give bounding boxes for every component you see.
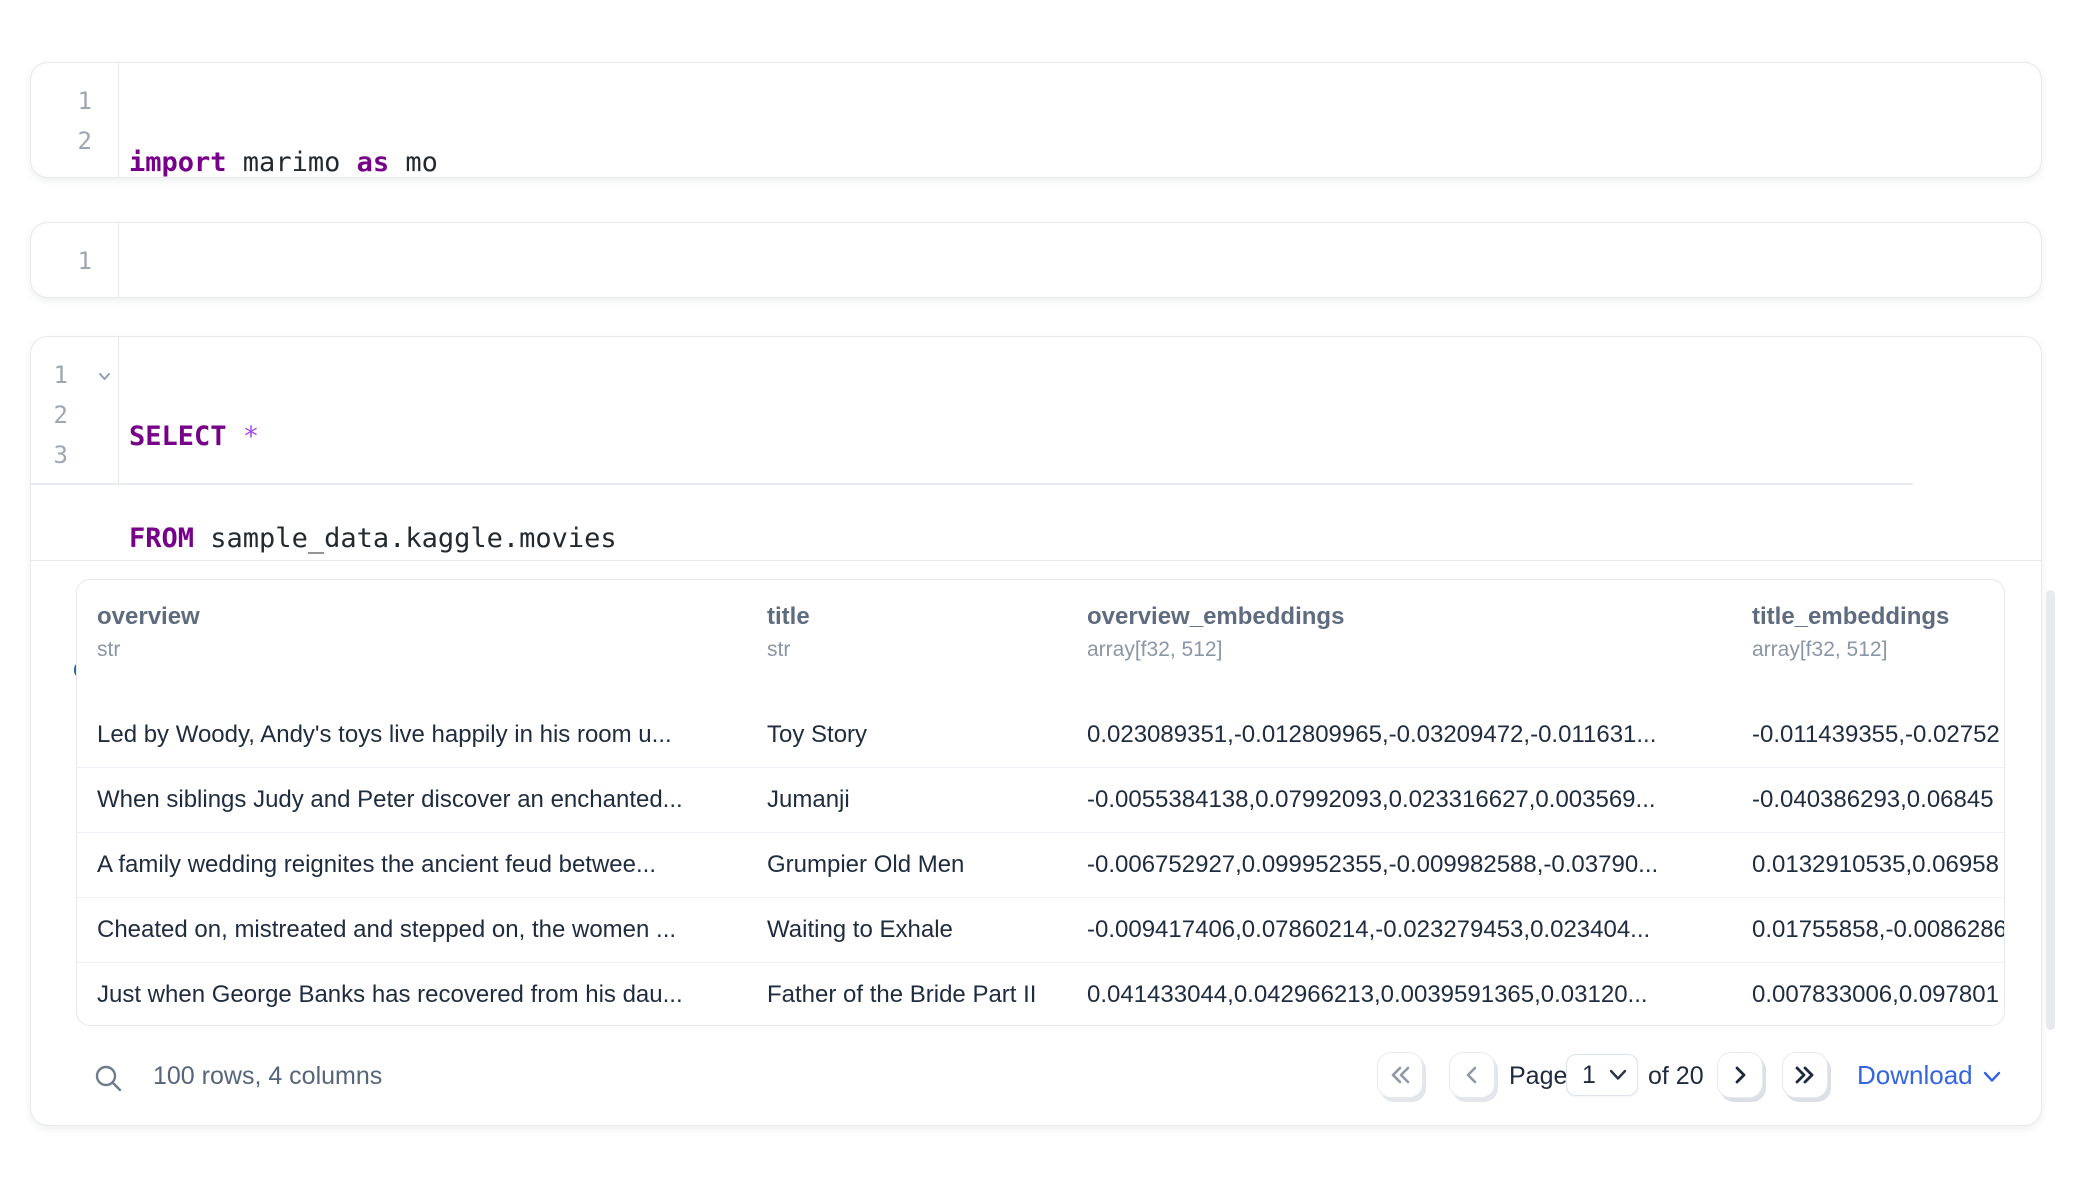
code-area: SELECT * FROM sample_data.kaggle.movies … <box>119 337 617 483</box>
line-number-gutter: 1 <box>31 223 119 298</box>
column-header-title[interactable]: title str <box>767 602 1082 662</box>
table-cell: Just when George Banks has recovered fro… <box>97 981 762 1009</box>
search-icon[interactable] <box>93 1063 125 1100</box>
table-cell: Father of the Bride Part II <box>767 981 1082 1009</box>
dataframe-table: overviewstrtitlestroverview_embeddingsar… <box>76 579 2005 1026</box>
table-row: Cheated on, mistreated and stepped on, t… <box>77 897 2004 962</box>
double-chevron-right-icon <box>1793 1064 1817 1086</box>
fold-chevron-down-icon[interactable] <box>97 369 112 389</box>
code-token: import <box>129 147 227 178</box>
column-type: str <box>767 638 1082 662</box>
code-token <box>227 421 243 452</box>
chevron-left-icon <box>1461 1064 1483 1086</box>
code-token: mo <box>389 147 438 178</box>
code-line: SELECT * <box>129 417 617 457</box>
code-cell-attach: 1 duckdb.sql(f"ATTACH 'md:_share/sample_… <box>30 222 2042 298</box>
download-button[interactable]: Download <box>1857 1059 2001 1091</box>
code-editor[interactable]: 1 duckdb.sql(f"ATTACH 'md:_share/sample_… <box>31 223 2041 298</box>
code-token: marimo <box>227 147 357 178</box>
code-editor[interactable]: 1 2 3 SELECT * FROM sample_data.kaggle.m… <box>31 337 2041 483</box>
table-cell: Toy Story <box>767 721 1082 749</box>
download-label: Download <box>1857 1059 1973 1091</box>
table-cell: 0.023089351,-0.012809965,-0.03209472,-0.… <box>1087 721 1742 749</box>
chevron-down-icon <box>1609 1069 1627 1081</box>
code-area: duckdb.sql(f"ATTACH 'md:_share/sample_da… <box>119 223 1706 298</box>
table-row: Just when George Banks has recovered fro… <box>77 962 2004 1026</box>
table-cell: -0.006752927,0.099952355,-0.009982588,-0… <box>1087 851 1742 879</box>
column-name: overview_embeddings <box>1087 602 1742 632</box>
table-cell: 0.0132910535,0.06958 <box>1752 851 2004 879</box>
column-name: title_embeddings <box>1752 602 2004 632</box>
marimo-notebook: 1 2 import marimo as mo import duckdb 1 … <box>0 0 2086 1192</box>
table-cell: -0.0055384138,0.07992093,0.023316627,0.0… <box>1087 786 1742 814</box>
line-number: 1 <box>31 81 118 121</box>
table-row: Led by Woody, Andy's toys live happily i… <box>77 702 2004 767</box>
column-header-title_embeddings[interactable]: title_embeddings array[f32, 512] <box>1752 602 2004 662</box>
first-page-button[interactable] <box>1377 1052 1423 1098</box>
sql-cell: 1 2 3 SELECT * FROM sample_data.kaggle.m… <box>30 336 2042 1126</box>
table-row: When siblings Judy and Peter discover an… <box>77 767 2004 832</box>
table-cell: Led by Woody, Andy's toys live happily i… <box>97 721 762 749</box>
column-header-overview_embeddings[interactable]: overview_embeddings array[f32, 512] <box>1087 602 1742 662</box>
table-cell: Cheated on, mistreated and stepped on, t… <box>97 916 762 944</box>
table-cell: -0.011439355,-0.02752 <box>1752 721 2004 749</box>
chevron-down-icon <box>1983 1071 2001 1083</box>
line-number-gutter: 1 2 <box>31 63 119 178</box>
code-area: import marimo as mo import duckdb <box>119 63 438 178</box>
table-cell: -0.040386293,0.06845 <box>1752 786 2004 814</box>
page-select-value: 1 <box>1567 1061 1609 1090</box>
line-number: 1 <box>31 241 118 281</box>
next-page-button[interactable] <box>1717 1052 1763 1098</box>
page-select[interactable]: 1 <box>1566 1054 1638 1096</box>
page-label: Page <box>1509 1060 1567 1092</box>
table-summary: 100 rows, 4 columns <box>153 1060 382 1092</box>
code-cell-imports: 1 2 import marimo as mo import duckdb <box>30 62 2042 178</box>
table-cell: Jumanji <box>767 786 1082 814</box>
table-cell: Waiting to Exhale <box>767 916 1082 944</box>
table-cell: When siblings Judy and Peter discover an… <box>97 786 762 814</box>
table-cell: Grumpier Old Men <box>767 851 1082 879</box>
last-page-button[interactable] <box>1782 1052 1828 1098</box>
column-name: overview <box>97 602 762 632</box>
code-editor[interactable]: 1 2 import marimo as mo import duckdb <box>31 63 2041 178</box>
column-type: array[f32, 512] <box>1087 638 1742 662</box>
chevron-right-icon <box>1729 1064 1751 1086</box>
line-number-gutter: 1 2 3 <box>31 337 119 483</box>
table-row: A family wedding reignites the ancient f… <box>77 832 2004 897</box>
double-chevron-left-icon <box>1388 1064 1412 1086</box>
table-cell: A family wedding reignites the ancient f… <box>97 851 762 879</box>
table-body: Led by Woody, Andy's toys live happily i… <box>77 702 2004 1026</box>
table-cell: 0.007833006,0.097801 <box>1752 981 2004 1009</box>
previous-page-button[interactable] <box>1449 1052 1495 1098</box>
table-scrollbar[interactable] <box>2046 590 2055 1030</box>
page-total-label: of 20 <box>1648 1060 1704 1092</box>
column-name: title <box>767 602 1082 632</box>
line-number: 2 <box>31 121 118 161</box>
code-line: import marimo as mo <box>129 143 438 178</box>
column-header-overview[interactable]: overview str <box>97 602 762 662</box>
code-token: * <box>243 421 259 452</box>
output-options-row: Output variable: Hide output sql <box>31 485 2041 561</box>
column-type: array[f32, 512] <box>1752 638 2004 662</box>
table-cell: 0.01755858,-0.0086286 <box>1752 916 2004 944</box>
table-cell: -0.009417406,0.07860214,-0.023279453,0.0… <box>1087 916 1742 944</box>
code-token: SELECT <box>129 421 227 452</box>
line-number: 2 <box>31 395 118 435</box>
line-number: 3 <box>31 435 118 475</box>
table-cell: 0.041433044,0.042966213,0.0039591365,0.0… <box>1087 981 1742 1009</box>
code-token: as <box>357 147 390 178</box>
column-type: str <box>97 638 762 662</box>
